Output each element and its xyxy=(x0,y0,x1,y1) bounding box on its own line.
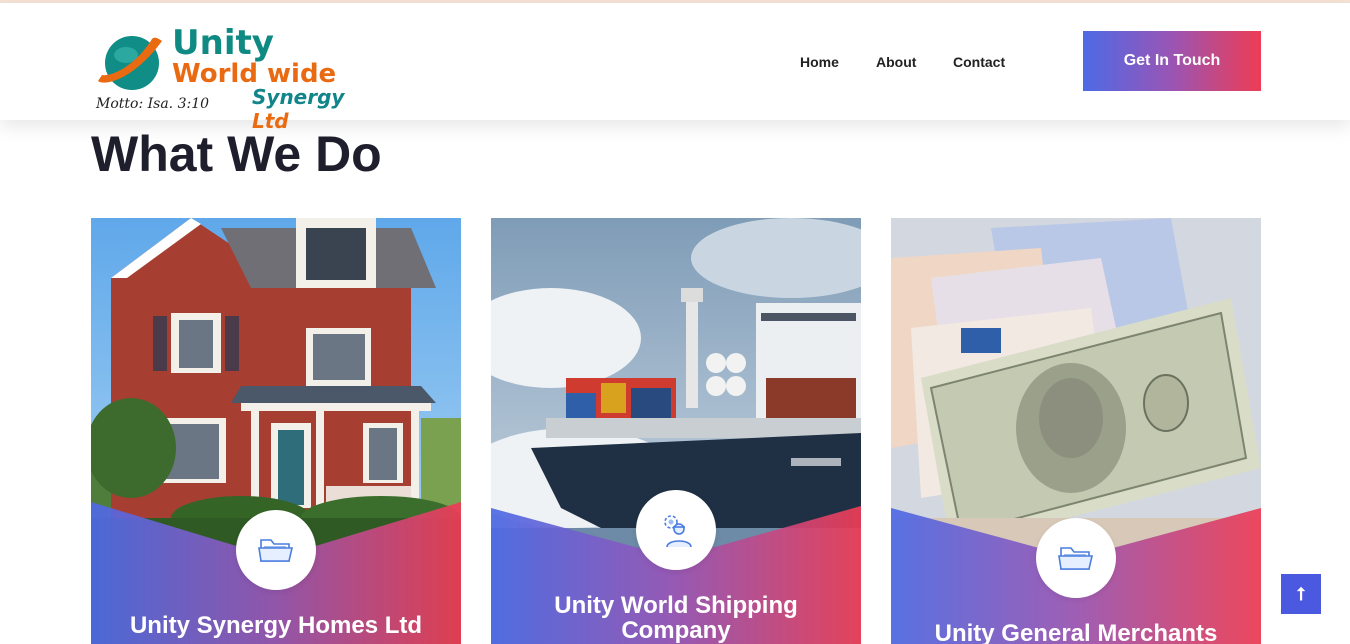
card-gradient-overlay xyxy=(491,506,861,644)
folder-icon xyxy=(258,539,294,562)
engineer-gear-icon xyxy=(664,515,692,548)
scroll-to-top-button[interactable]: ⭡ xyxy=(1281,574,1321,614)
site-header: Unity World wide Synergy Ltd Motto: Isa.… xyxy=(0,3,1350,133)
site-logo[interactable]: Unity World wide Synergy Ltd Motto: Isa.… xyxy=(92,23,372,133)
globe-logo-icon xyxy=(98,36,162,90)
logo-ltd-word: Ltd xyxy=(252,109,289,133)
logo-text-unity: Unity xyxy=(172,23,274,63)
service-card-merchants[interactable]: Unity General Merchants xyxy=(891,218,1261,644)
card-title: Unity World Shipping Company xyxy=(501,593,851,643)
card-title: Unity General Merchants xyxy=(934,620,1218,644)
service-card-shipping[interactable]: Unity World Shipping Company xyxy=(491,218,861,644)
card-title: Unity Synergy Homes Ltd xyxy=(129,612,423,639)
logo-synergy-word: Synergy xyxy=(252,85,345,109)
section-title: What We Do xyxy=(91,126,382,182)
nav-about-link[interactable]: About xyxy=(876,54,916,70)
nav-contact-link[interactable]: Contact xyxy=(953,54,1005,70)
folder-icon xyxy=(1058,547,1094,570)
card-title-line-1: Unity World Shipping xyxy=(554,592,798,619)
service-card-homes[interactable]: Unity Synergy Homes Ltd xyxy=(91,218,461,644)
card-icon-circle xyxy=(236,510,316,590)
arrow-up-icon: ⭡ xyxy=(1296,583,1306,604)
logo-motto: Motto: Isa. 3:10 xyxy=(96,96,210,112)
nav-home-link[interactable]: Home xyxy=(800,54,839,70)
card-title-line-2: Company xyxy=(621,617,731,644)
get-in-touch-button[interactable]: Get In Touch xyxy=(1083,31,1261,91)
card-icon-circle xyxy=(1036,518,1116,598)
logo-text-synergy: Synergy Ltd xyxy=(252,85,372,133)
card-icon-circle xyxy=(636,490,716,570)
